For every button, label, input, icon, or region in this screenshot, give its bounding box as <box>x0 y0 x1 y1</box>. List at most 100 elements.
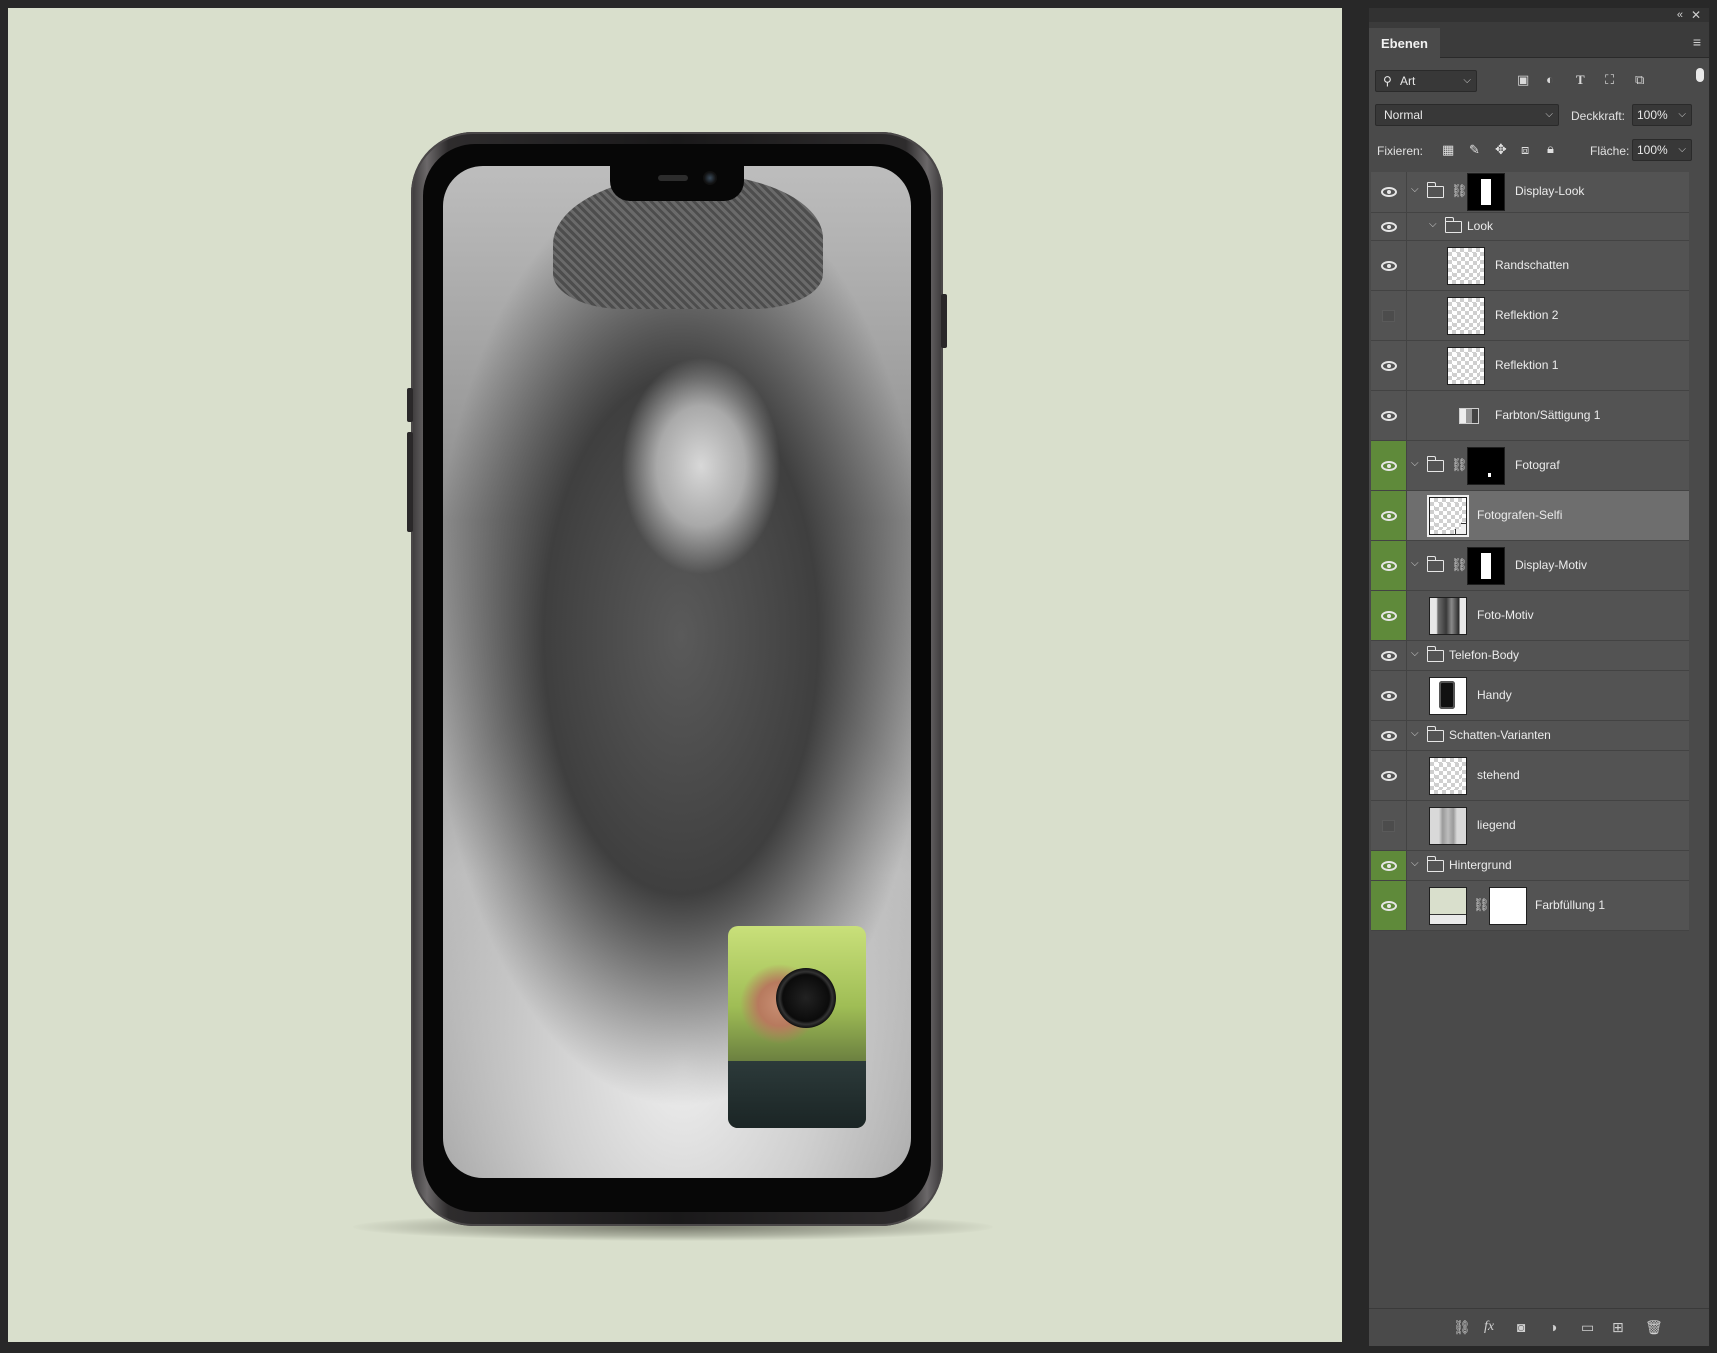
lock-position-icon[interactable]: ✥ <box>1495 141 1507 158</box>
visibility-toggle[interactable] <box>1371 541 1407 590</box>
layer-name[interactable]: Schatten-Varianten <box>1449 728 1551 742</box>
visibility-off-box[interactable] <box>1382 819 1395 832</box>
panel-menu-icon[interactable]: ≡ <box>1693 34 1701 50</box>
layer-name[interactable]: Handy <box>1477 688 1512 702</box>
visibility-toggle[interactable] <box>1371 671 1407 720</box>
type-filter-icon[interactable]: T <box>1576 72 1585 88</box>
chevron-down-icon[interactable]: ⌵ <box>1411 648 1419 659</box>
layer-name[interactable]: Hintergrund <box>1449 858 1512 872</box>
eye-icon[interactable] <box>1381 770 1397 781</box>
chevron-down-icon[interactable]: ⌵ <box>1411 458 1419 469</box>
layer-thumbnail[interactable] <box>1429 596 1467 635</box>
collapse-panel-icon[interactable]: « <box>1677 8 1683 22</box>
layer-row[interactable]: ⌵ Schatten-Varianten <box>1371 721 1689 751</box>
tab-ebenen[interactable]: Ebenen <box>1369 28 1440 58</box>
new-group-icon[interactable]: ▭ <box>1581 1319 1594 1336</box>
visibility-toggle[interactable] <box>1371 341 1407 390</box>
layer-mask-thumbnail[interactable] <box>1489 886 1527 925</box>
visibility-toggle[interactable] <box>1371 241 1407 290</box>
chevron-down-icon[interactable]: ⌵ <box>1411 728 1419 739</box>
eye-icon[interactable] <box>1381 187 1397 197</box>
eye-icon[interactable] <box>1381 221 1397 232</box>
shape-filter-icon[interactable]: ⛶ <box>1605 72 1614 88</box>
chevron-down-icon[interactable]: ⌵ <box>1678 140 1686 160</box>
delete-layer-icon[interactable]: 🗑︎ <box>1645 1319 1663 1336</box>
layer-mask-thumbnail[interactable] <box>1467 446 1505 485</box>
chevron-down-icon[interactable]: ⌵ <box>1411 184 1419 195</box>
visibility-toggle[interactable] <box>1371 881 1407 930</box>
layer-row[interactable]: Reflektion 2 <box>1371 291 1689 341</box>
adjustment-filter-icon[interactable]: ◐ <box>1546 72 1554 87</box>
new-adjustment-icon[interactable]: ◑ <box>1549 1319 1557 1335</box>
layer-row[interactable]: ⌵ ⛓ Display-Motiv <box>1371 541 1689 591</box>
layer-thumbnail[interactable] <box>1429 676 1467 715</box>
layer-row[interactable]: ⌵ Look <box>1371 213 1689 241</box>
layer-row[interactable]: Randschatten <box>1371 241 1689 291</box>
visibility-toggle[interactable] <box>1371 751 1407 800</box>
visibility-toggle[interactable] <box>1371 441 1407 490</box>
layer-name[interactable]: Randschatten <box>1495 258 1569 272</box>
layer-thumbnail[interactable] <box>1447 346 1485 385</box>
layer-row[interactable]: Handy <box>1371 671 1689 721</box>
layer-name[interactable]: Farbfüllung 1 <box>1535 898 1605 912</box>
layer-row[interactable]: ⌵ ⛓ Fotograf <box>1371 441 1689 491</box>
close-panel-icon[interactable]: ✕ <box>1691 8 1701 22</box>
visibility-toggle[interactable] <box>1371 391 1407 440</box>
layer-row[interactable]: ⌵ Hintergrund <box>1371 851 1689 881</box>
eye-icon[interactable] <box>1381 260 1397 271</box>
scrollbar-thumb[interactable] <box>1696 68 1704 82</box>
layer-row[interactable]: ⌵ Telefon-Body <box>1371 641 1689 671</box>
visibility-toggle[interactable] <box>1371 491 1407 540</box>
eye-icon[interactable] <box>1381 650 1397 661</box>
lock-pixels-icon[interactable]: ✎ <box>1469 142 1480 158</box>
eye-icon[interactable] <box>1381 900 1397 911</box>
visibility-off-box[interactable] <box>1382 309 1395 322</box>
chevron-down-icon[interactable]: ⌵ <box>1429 219 1437 230</box>
visibility-toggle[interactable] <box>1371 291 1407 340</box>
chevron-down-icon[interactable]: ⌵ <box>1411 558 1419 569</box>
visibility-toggle[interactable] <box>1371 851 1407 880</box>
layer-thumbnail[interactable] <box>1447 296 1485 335</box>
eye-icon[interactable] <box>1381 610 1397 621</box>
layer-row[interactable]: Reflektion 1 <box>1371 341 1689 391</box>
filter-kind-select[interactable]: ⚲ Art ⌵ <box>1375 70 1477 92</box>
visibility-toggle[interactable] <box>1371 591 1407 640</box>
visibility-toggle[interactable] <box>1371 721 1407 750</box>
link-icon[interactable]: ⛓ <box>1451 557 1468 573</box>
link-layers-icon[interactable]: ⛓ <box>1453 1319 1471 1336</box>
eye-icon[interactable] <box>1381 860 1397 871</box>
layer-name[interactable]: Look <box>1467 219 1493 233</box>
lock-artboard-icon[interactable]: ⧈ <box>1521 142 1529 158</box>
layer-thumbnail[interactable] <box>1447 246 1485 285</box>
layer-mask-thumbnail[interactable] <box>1467 546 1505 585</box>
layer-name[interactable]: Farbton/Sättigung 1 <box>1495 408 1600 422</box>
layer-name[interactable]: Telefon-Body <box>1449 648 1519 662</box>
opacity-input[interactable]: 100% ⌵ <box>1632 104 1692 126</box>
layer-row[interactable]: stehend <box>1371 751 1689 801</box>
visibility-toggle[interactable] <box>1371 801 1407 850</box>
visibility-toggle[interactable] <box>1371 172 1407 212</box>
document-canvas[interactable] <box>8 8 1342 1342</box>
layer-thumbnail[interactable] <box>1429 806 1467 845</box>
chevron-down-icon[interactable]: ⌵ <box>1678 105 1686 125</box>
layer-thumbnail[interactable] <box>1429 756 1467 795</box>
lock-transparent-icon[interactable]: ▦ <box>1442 142 1454 158</box>
lock-all-icon[interactable]: 🔒︎ <box>1547 141 1554 157</box>
eye-icon[interactable] <box>1381 690 1397 701</box>
link-icon[interactable]: ⛓ <box>1451 457 1468 473</box>
layer-name[interactable]: Foto-Motiv <box>1477 608 1534 622</box>
layer-thumbnail[interactable] <box>1429 496 1467 535</box>
panel-scrollbar[interactable] <box>1693 58 1707 1328</box>
eye-icon[interactable] <box>1381 410 1397 421</box>
layer-name[interactable]: Fotografen-Selfi <box>1477 508 1562 522</box>
layer-name[interactable]: Reflektion 1 <box>1495 358 1558 372</box>
fx-icon[interactable]: fx <box>1484 1319 1494 1335</box>
layer-thumbnail[interactable] <box>1429 886 1467 925</box>
layer-row[interactable]: Farbton/Sättigung 1 <box>1371 391 1689 441</box>
chevron-down-icon[interactable]: ⌵ <box>1411 858 1419 869</box>
eye-icon[interactable] <box>1381 730 1397 741</box>
layer-row[interactable]: Fotografen-Selfi <box>1371 491 1689 541</box>
image-filter-icon[interactable]: ▣ <box>1517 72 1529 88</box>
layer-row[interactable]: ⌵ ⛓ Display-Look <box>1371 172 1689 213</box>
layer-mask-thumbnail[interactable] <box>1467 173 1505 211</box>
